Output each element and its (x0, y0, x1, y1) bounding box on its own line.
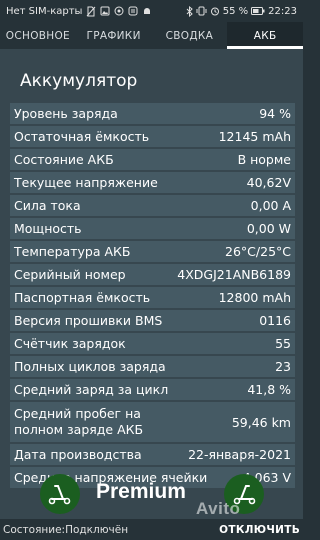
connection-status: Состояние:Подключён (3, 523, 129, 536)
photo-icon (100, 6, 110, 16)
row-label: Серийный номер (14, 266, 126, 282)
premium-label: Premium (96, 480, 186, 503)
no-sim-icon (86, 6, 96, 17)
battery-icon (251, 7, 265, 15)
list-item-voltage: Текущее напряжение 40,62V (10, 172, 295, 193)
row-value: 59,46 km (231, 414, 291, 430)
row-label: Дата производства (14, 446, 142, 462)
list-item-remaining-capacity: Остаточная ёмкость 12145 mAh (10, 126, 295, 147)
gallery-icon (114, 6, 124, 16)
row-value: 41,8 % (247, 382, 291, 397)
row-value: 94 % (259, 106, 291, 121)
row-label: Счётчик зарядок (14, 335, 126, 351)
row-label: Средний заряд за цикл (14, 381, 169, 397)
row-label: Состояние АКБ (14, 151, 114, 167)
list-item-power: Мощность 0,00 W (10, 218, 295, 239)
row-value: В норме (237, 152, 291, 167)
row-value: 22-января-2021 (188, 447, 291, 462)
tab-main[interactable]: ОСНОВНОЕ (0, 22, 76, 49)
row-label: Температура АКБ (14, 243, 131, 259)
row-value: 55 (275, 336, 291, 351)
list-item-avg-range: Средний пробег на полном заряде АКБ 59,46… (10, 402, 295, 442)
premium-banner[interactable]: Premium (0, 474, 303, 520)
status-bar: Нет SIM-карты 55 % 22:23 (0, 0, 303, 22)
row-label: Паспортная ёмкость (14, 289, 151, 305)
row-value: 12145 mAh (218, 129, 291, 144)
row-label: Мощность (14, 220, 82, 236)
list-item-temperature: Температура АКБ 26°C/25°C (10, 241, 295, 262)
battery-percent: 55 % (222, 5, 249, 17)
carrier-text: Нет SIM-карты (6, 5, 83, 17)
row-label: Средний пробег на полном заряде АКБ (14, 406, 144, 437)
row-value: 0,00 W (246, 221, 291, 236)
bottom-bar: Состояние:Подключён ОТКЛЮЧИТЬ (0, 519, 303, 540)
row-value: 26°C/25°C (225, 244, 291, 259)
alarm-icon (210, 6, 220, 16)
row-value: 0,00 A (250, 198, 291, 213)
row-label: Полных циклов заряда (14, 358, 166, 374)
disconnect-button[interactable]: ОТКЛЮЧИТЬ (219, 524, 300, 536)
settings-app-icon (128, 6, 138, 16)
row-value: 23 (275, 359, 291, 374)
row-value: 0116 (259, 313, 291, 328)
row-value: 4XDGJ21ANB6189 (177, 267, 291, 282)
kick-scooter-icon (40, 474, 80, 514)
list-item-rated-capacity: Паспортная ёмкость 12800 mAh (10, 287, 295, 308)
row-label: Сила тока (14, 197, 81, 213)
row-label: Версия прошивки BMS (14, 312, 163, 328)
list-item-battery-state: Состояние АКБ В норме (10, 149, 295, 170)
bluetooth-icon (186, 5, 193, 17)
tab-bar: ОСНОВНОЕ ГРАФИКИ СВОДКА АКБ (0, 22, 303, 49)
vibrate-icon (196, 6, 207, 16)
avito-watermark: Avito (196, 499, 241, 518)
list-item-charge-level: Уровень заряда 94 % (10, 103, 295, 124)
list-item-current: Сила тока 0,00 A (10, 195, 295, 216)
list-item-bms-firmware: Версия прошивки BMS 0116 (10, 310, 295, 331)
section-title: Аккумулятор (20, 71, 138, 91)
row-label: Уровень заряда (14, 105, 118, 121)
row-value: 12800 mAh (218, 290, 291, 305)
list-item-serial-number: Серийный номер 4XDGJ21ANB6189 (10, 264, 295, 285)
tab-battery[interactable]: АКБ (227, 22, 303, 49)
row-label: Текущее напряжение (14, 174, 158, 190)
android-icon (142, 6, 152, 16)
list-item-avg-charge-per-cycle: Средний заряд за цикл 41,8 % (10, 379, 295, 400)
tab-summary[interactable]: СВОДКА (152, 22, 228, 49)
tab-charts[interactable]: ГРАФИКИ (76, 22, 152, 49)
list-item-full-cycles: Полных циклов заряда 23 (10, 356, 295, 377)
list-item-charge-counter: Счётчик зарядок 55 (10, 333, 295, 354)
row-label: Остаточная ёмкость (14, 128, 150, 144)
row-value: 40,62V (246, 175, 291, 190)
list-item-manufacture-date: Дата производства 22-января-2021 (10, 444, 295, 465)
battery-info-list: Уровень заряда 94 % Остаточная ёмкость 121… (10, 103, 295, 490)
clock: 22:23 (268, 5, 297, 17)
